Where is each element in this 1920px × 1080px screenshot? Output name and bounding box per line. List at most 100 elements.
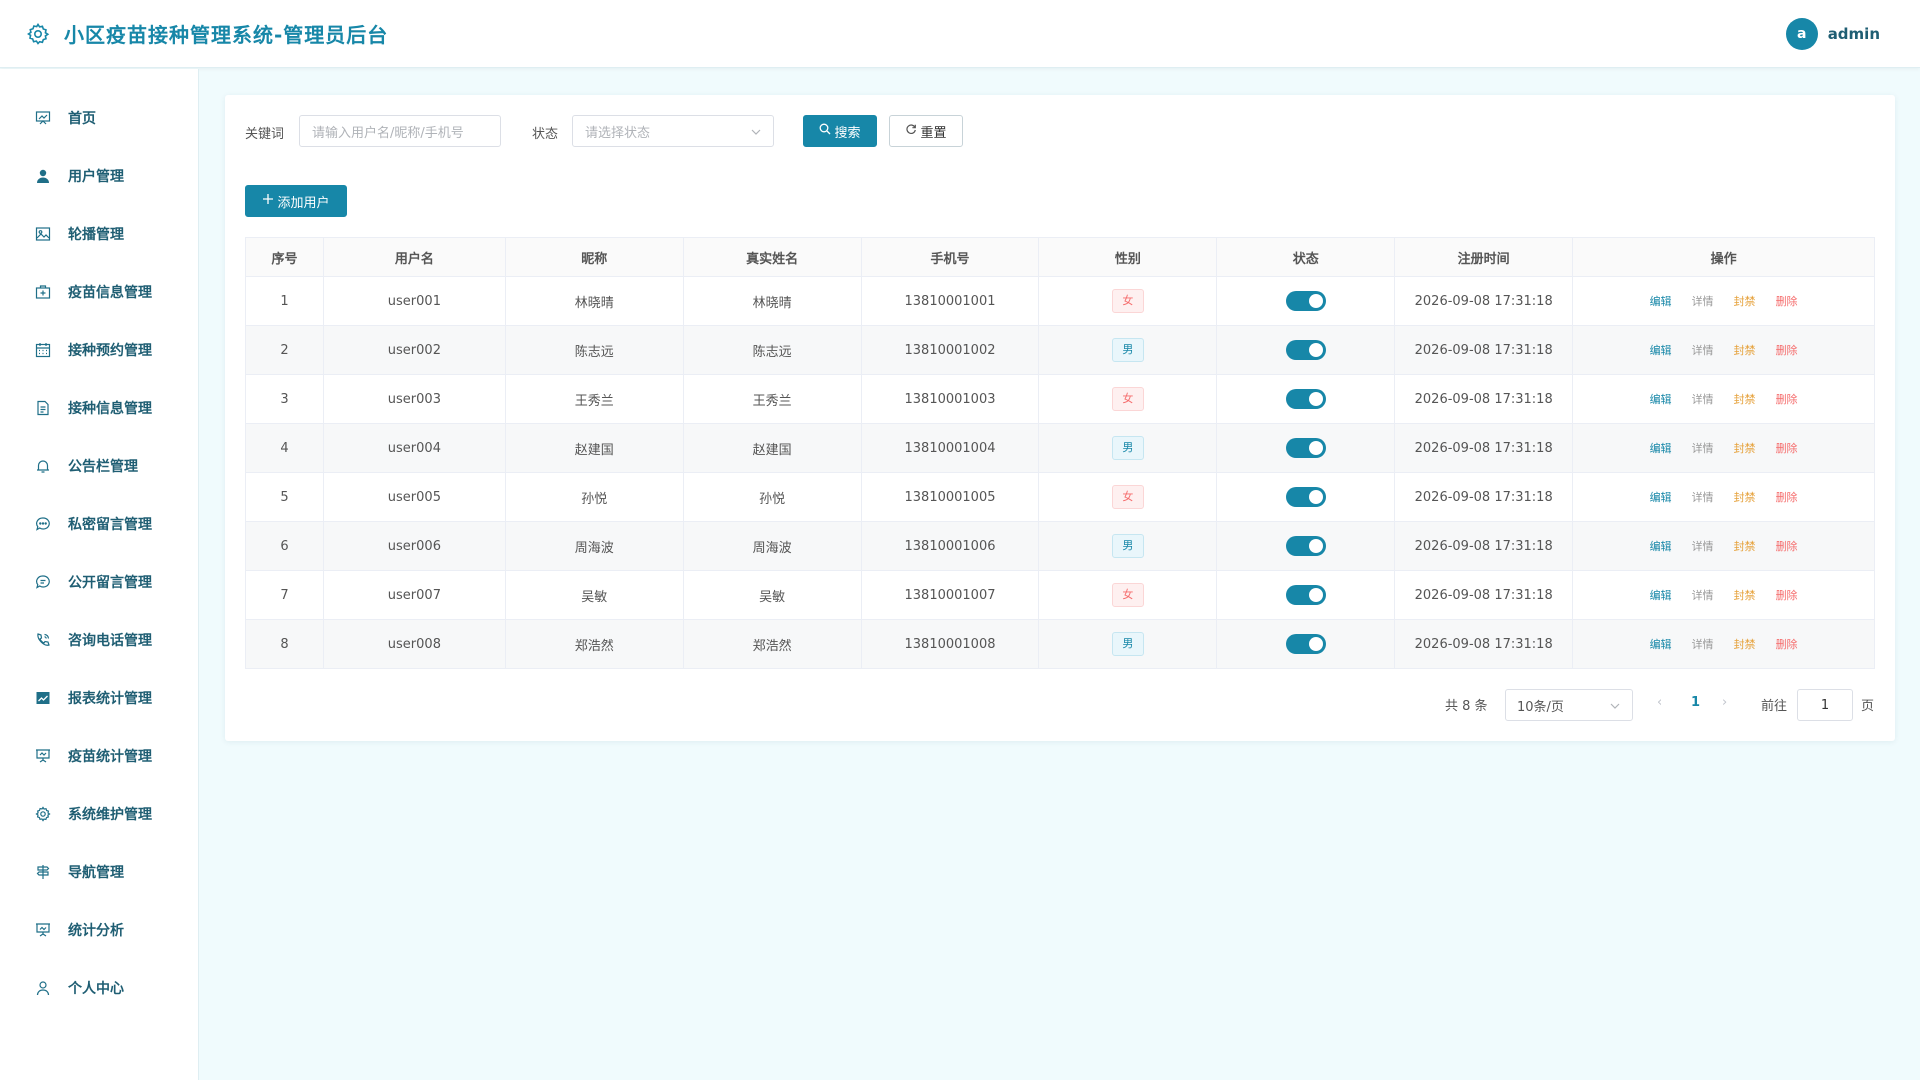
sidebar-item-2[interactable]: 轮播管理 <box>0 214 199 254</box>
edit-button[interactable]: 编辑 <box>1650 442 1672 455</box>
edit-button[interactable]: 编辑 <box>1650 295 1672 308</box>
column-header: 序号 <box>245 237 324 277</box>
cell-actions: 编辑 详情 封禁 删除 <box>1572 374 1875 424</box>
sidebar-item-7[interactable]: 私密留言管理 <box>0 504 199 544</box>
sidebar-item-13[interactable]: 导航管理 <box>0 852 199 892</box>
document-icon <box>34 399 52 417</box>
ban-button[interactable]: 封禁 <box>1734 344 1756 357</box>
goto-label: 前往 <box>1761 699 1788 714</box>
detail-button[interactable]: 详情 <box>1692 491 1714 504</box>
sidebar-item-15[interactable]: 个人中心 <box>0 968 199 1008</box>
ban-button[interactable]: 封禁 <box>1734 638 1756 651</box>
page-number-1[interactable]: 1 <box>1691 695 1700 710</box>
sidebar-item-4[interactable]: 接种预约管理 <box>0 330 199 370</box>
prev-page-icon[interactable]: ‹ <box>1657 695 1662 710</box>
sidebar-item-label: 报表统计管理 <box>68 691 152 707</box>
edit-button[interactable]: 编辑 <box>1650 638 1672 651</box>
status-label: 状态 <box>532 127 559 142</box>
plus-icon <box>262 193 277 209</box>
detail-button[interactable]: 详情 <box>1692 393 1714 406</box>
delete-button[interactable]: 删除 <box>1776 540 1798 553</box>
cell-username: user006 <box>323 521 506 571</box>
avatar[interactable]: a <box>1785 18 1818 50</box>
sidebar-item-6[interactable]: 公告栏管理 <box>0 446 199 486</box>
detail-button[interactable]: 详情 <box>1692 540 1714 553</box>
calendar-icon <box>34 341 52 359</box>
status-toggle[interactable] <box>1285 340 1326 360</box>
status-toggle[interactable] <box>1285 487 1326 507</box>
column-header: 操作 <box>1572 237 1875 277</box>
ban-button[interactable]: 封禁 <box>1734 589 1756 602</box>
column-header: 昵称 <box>505 237 684 277</box>
delete-button[interactable]: 删除 <box>1776 491 1798 504</box>
sidebar-item-12[interactable]: 系统维护管理 <box>0 794 199 834</box>
page-suffix: 页 <box>1861 699 1875 714</box>
sidebar-item-label: 接种信息管理 <box>68 401 152 417</box>
cell-status <box>1216 325 1396 375</box>
cell-actions: 编辑 详情 封禁 删除 <box>1572 521 1875 571</box>
reset-button[interactable]: 重置 <box>889 115 963 147</box>
user-menu[interactable]: a admin <box>1785 18 1880 50</box>
add-user-button[interactable]: 添加用户 <box>245 185 347 217</box>
app-title: 小区疫苗接种管理系统-管理员后台 <box>64 23 389 47</box>
gender-tag: 女 <box>1111 583 1144 607</box>
status-toggle[interactable] <box>1285 536 1326 556</box>
sidebar-item-10[interactable]: 报表统计管理 <box>0 678 199 718</box>
detail-button[interactable]: 详情 <box>1692 589 1714 602</box>
ban-button[interactable]: 封禁 <box>1734 295 1756 308</box>
sidebar-item-1[interactable]: 用户管理 <box>0 156 199 196</box>
cell-status <box>1216 570 1396 620</box>
detail-button[interactable]: 详情 <box>1692 638 1714 651</box>
sidebar-item-14[interactable]: 统计分析 <box>0 910 199 950</box>
username[interactable]: admin <box>1828 25 1880 43</box>
sidebar-item-9[interactable]: 咨询电话管理 <box>0 620 199 660</box>
search-button[interactable]: 搜索 <box>803 115 877 147</box>
status-select[interactable]: 请选择状态 <box>572 115 774 147</box>
sidebar-item-8[interactable]: 公开留言管理 <box>0 562 199 602</box>
status-toggle[interactable] <box>1285 585 1326 605</box>
delete-button[interactable]: 删除 <box>1776 442 1798 455</box>
detail-button[interactable]: 详情 <box>1692 442 1714 455</box>
status-select-placeholder: 请选择状态 <box>585 125 651 141</box>
edit-button[interactable]: 编辑 <box>1650 393 1672 406</box>
cell-phone: 13810001001 <box>861 276 1040 326</box>
ban-button[interactable]: 封禁 <box>1734 393 1756 406</box>
sidebar-item-label: 统计分析 <box>68 923 124 939</box>
gender-tag: 男 <box>1111 338 1144 362</box>
delete-button[interactable]: 删除 <box>1776 295 1798 308</box>
delete-button[interactable]: 删除 <box>1776 393 1798 406</box>
reset-button-label: 重置 <box>920 125 947 141</box>
cell-nickname: 郑浩然 <box>505 619 684 669</box>
goto-page-input[interactable]: 1 <box>1797 689 1853 721</box>
status-toggle[interactable] <box>1285 634 1326 654</box>
next-page-icon[interactable]: › <box>1722 695 1727 710</box>
sidebar-item-11[interactable]: 疫苗统计管理 <box>0 736 199 776</box>
sidebar-item-5[interactable]: 接种信息管理 <box>0 388 199 428</box>
edit-button[interactable]: 编辑 <box>1650 540 1672 553</box>
phone-icon <box>34 631 52 649</box>
keyword-search-input[interactable]: 请输入用户名/昵称/手机号 <box>299 115 501 147</box>
cell-status <box>1216 374 1396 424</box>
sidebar-item-3[interactable]: 疫苗信息管理 <box>0 272 199 312</box>
cell-realname: 吴敏 <box>683 570 862 620</box>
detail-button[interactable]: 详情 <box>1692 344 1714 357</box>
page-size-select[interactable]: 10条/页 <box>1505 689 1633 721</box>
delete-button[interactable]: 删除 <box>1776 344 1798 357</box>
ban-button[interactable]: 封禁 <box>1734 540 1756 553</box>
sidebar-item-0[interactable]: 首页 <box>0 98 199 138</box>
delete-button[interactable]: 删除 <box>1776 589 1798 602</box>
table-row: 3 user003 王秀兰 王秀兰 13810001003 女 2026-09-08 17:… <box>245 374 1875 424</box>
status-toggle[interactable] <box>1285 389 1326 409</box>
status-toggle[interactable] <box>1285 438 1326 458</box>
ban-button[interactable]: 封禁 <box>1734 442 1756 455</box>
detail-button[interactable]: 详情 <box>1692 295 1714 308</box>
status-toggle[interactable] <box>1285 291 1326 311</box>
table-row: 7 user007 吴敏 吴敏 13810001007 女 2026-09-08 17:31… <box>245 570 1875 620</box>
ban-button[interactable]: 封禁 <box>1734 491 1756 504</box>
edit-button[interactable]: 编辑 <box>1650 344 1672 357</box>
cell-actions: 编辑 详情 封禁 删除 <box>1572 570 1875 620</box>
delete-button[interactable]: 删除 <box>1776 638 1798 651</box>
edit-button[interactable]: 编辑 <box>1650 491 1672 504</box>
table-row: 2 user002 陈志远 陈志远 13810001002 男 2026-09-08 17:… <box>245 325 1875 375</box>
edit-button[interactable]: 编辑 <box>1650 589 1672 602</box>
